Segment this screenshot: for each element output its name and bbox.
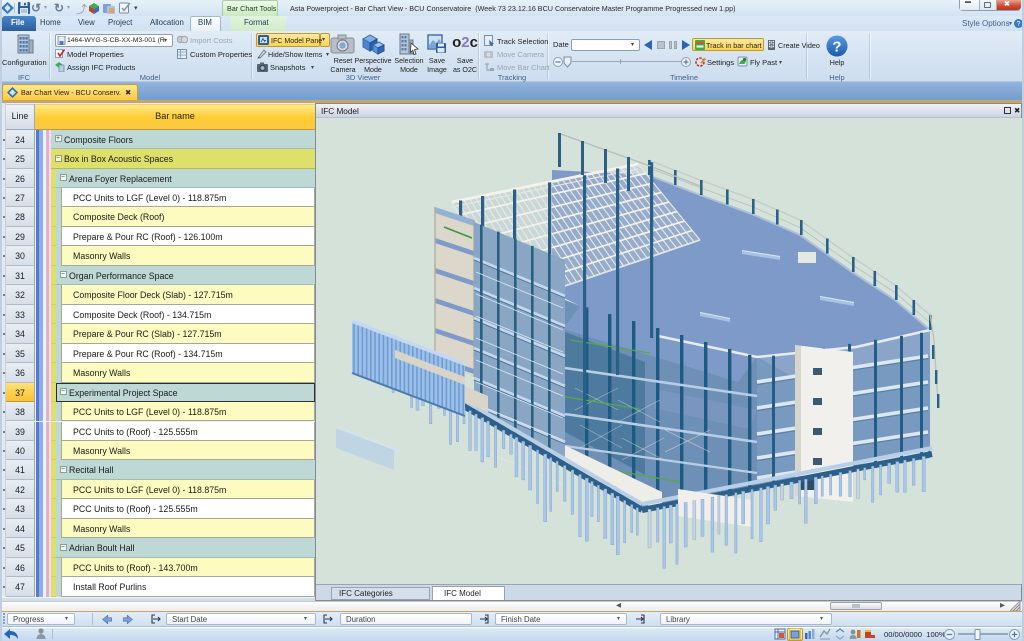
svg-text:?: ? — [832, 38, 841, 55]
svg-text:?: ? — [1017, 21, 1021, 28]
